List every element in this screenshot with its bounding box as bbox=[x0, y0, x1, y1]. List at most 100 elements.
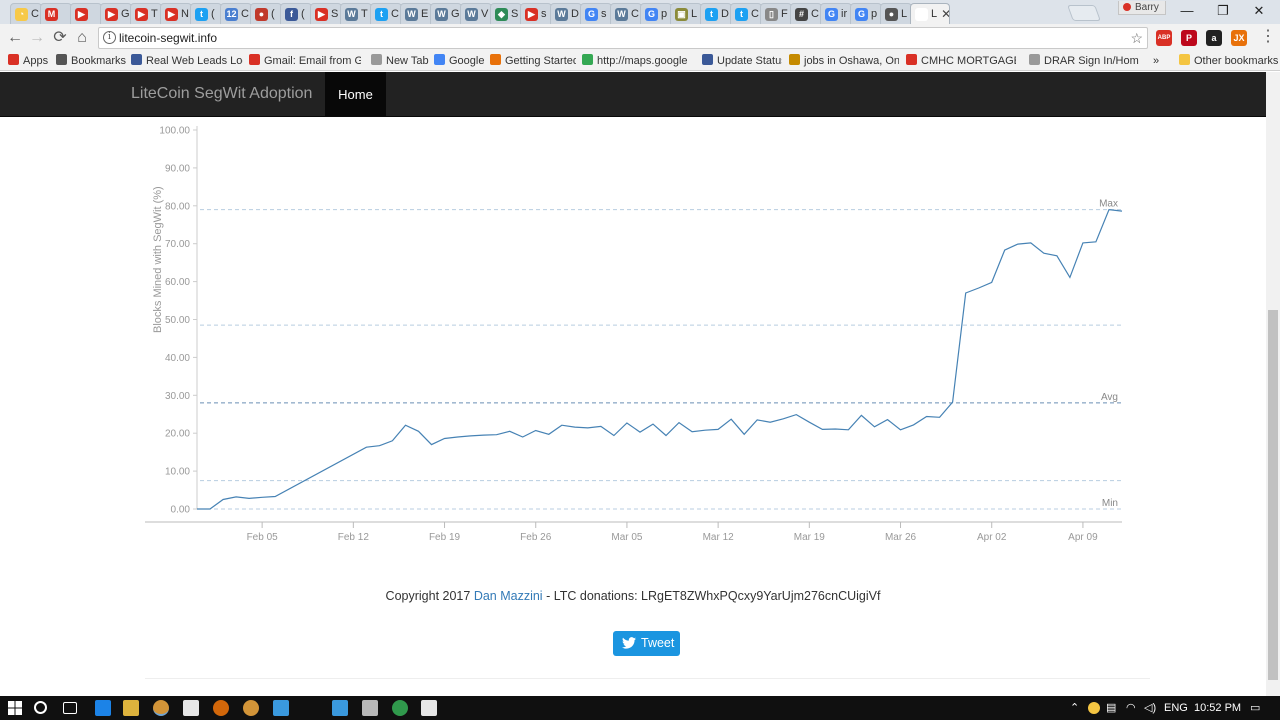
data-point[interactable] bbox=[391, 439, 394, 442]
data-point[interactable] bbox=[625, 421, 628, 424]
home-button[interactable]: ⌂ bbox=[72, 28, 92, 48]
data-point[interactable] bbox=[756, 418, 759, 421]
data-point[interactable] bbox=[1029, 241, 1032, 244]
task-view-icon[interactable] bbox=[63, 702, 77, 714]
adblock-icon[interactable]: ABP bbox=[1156, 30, 1172, 46]
data-point[interactable] bbox=[209, 508, 212, 511]
address-bar[interactable]: i litecoin-segwit.info ☆ bbox=[98, 27, 1148, 49]
bookmark-item[interactable]: Google bbox=[434, 54, 484, 68]
app-icon[interactable] bbox=[332, 700, 348, 716]
browser-tab[interactable]: ▣ L bbox=[670, 3, 702, 24]
bookmark-item[interactable]: Getting Started bbox=[490, 54, 576, 68]
data-point[interactable] bbox=[1068, 276, 1071, 279]
bookmark-item[interactable]: DRAR Sign In/Home bbox=[1029, 54, 1139, 68]
browser-tab[interactable]: ▶ G bbox=[100, 3, 132, 24]
data-point[interactable] bbox=[586, 426, 589, 429]
clock[interactable]: 10:52 PM bbox=[1194, 700, 1241, 716]
more-bookmarks-button[interactable]: » bbox=[1153, 54, 1159, 68]
language-indicator[interactable]: ENG bbox=[1164, 700, 1188, 716]
browser-tab[interactable]: WE bbox=[400, 3, 432, 24]
bookmark-item[interactable]: CMHC MORTGAGE CA bbox=[906, 54, 1016, 68]
browser-tab[interactable]: Gp bbox=[640, 3, 672, 24]
browser-tab[interactable]: t( bbox=[190, 3, 222, 24]
browser-tab[interactable]: ◆ S bbox=[490, 3, 522, 24]
pinterest-icon[interactable]: P bbox=[1181, 30, 1197, 46]
bookmark-item[interactable]: Bookmarks bbox=[56, 54, 126, 68]
data-point[interactable] bbox=[860, 414, 863, 417]
browser-tab[interactable]: WV bbox=[460, 3, 492, 24]
photos-icon[interactable] bbox=[421, 700, 437, 716]
volume-icon[interactable]: ◁) bbox=[1144, 700, 1156, 716]
data-point[interactable] bbox=[782, 417, 785, 420]
data-point[interactable] bbox=[261, 496, 264, 499]
browser-tab[interactable]: ▯ F bbox=[760, 3, 792, 24]
menu-icon[interactable]: ⋮ bbox=[1260, 27, 1276, 47]
data-point[interactable] bbox=[196, 508, 199, 511]
data-point[interactable] bbox=[938, 416, 941, 419]
data-point[interactable] bbox=[651, 423, 654, 426]
data-point[interactable] bbox=[573, 426, 576, 429]
browser-tab[interactable]: ◔ C bbox=[10, 3, 42, 24]
data-point[interactable] bbox=[274, 495, 277, 498]
data-point[interactable] bbox=[469, 434, 472, 437]
data-point[interactable] bbox=[1107, 208, 1110, 211]
tray-app-icon[interactable] bbox=[1088, 702, 1100, 714]
data-point[interactable] bbox=[1042, 252, 1045, 255]
data-point[interactable] bbox=[378, 444, 381, 447]
file-explorer-icon[interactable] bbox=[123, 700, 139, 716]
back-button[interactable]: ← bbox=[5, 28, 25, 48]
new-tab-button[interactable] bbox=[1067, 5, 1101, 21]
bookmark-item[interactable]: jobs in Oshawa, Ontar bbox=[789, 54, 899, 68]
data-point[interactable] bbox=[925, 415, 928, 418]
data-point[interactable] bbox=[977, 287, 980, 290]
data-point[interactable] bbox=[665, 434, 668, 437]
scrollbar-thumb[interactable] bbox=[1268, 310, 1278, 680]
data-point[interactable] bbox=[951, 401, 954, 404]
firefox-icon[interactable] bbox=[213, 700, 229, 716]
data-point[interactable] bbox=[743, 433, 746, 436]
data-point[interactable] bbox=[1081, 241, 1084, 244]
chrome-icon[interactable] bbox=[243, 700, 259, 716]
data-point[interactable] bbox=[990, 281, 993, 284]
data-point[interactable] bbox=[612, 434, 615, 437]
data-point[interactable] bbox=[899, 428, 902, 431]
browser-tab[interactable]: tC bbox=[370, 3, 402, 24]
data-point[interactable] bbox=[886, 418, 889, 421]
data-point[interactable] bbox=[912, 423, 915, 426]
browser-tab[interactable]: ▶ N bbox=[160, 3, 192, 24]
browser-tab[interactable]: ●( bbox=[250, 3, 282, 24]
browser-tab[interactable]: f( bbox=[280, 3, 312, 24]
forward-button[interactable]: → bbox=[27, 28, 47, 48]
data-point[interactable] bbox=[404, 424, 407, 427]
data-point[interactable] bbox=[847, 428, 850, 431]
browser-tab[interactable]: M bbox=[40, 3, 72, 24]
data-point[interactable] bbox=[704, 429, 707, 432]
browser-tab[interactable]: ▶ bbox=[70, 3, 102, 24]
bookmark-item[interactable]: http://maps.google.ca bbox=[582, 54, 688, 68]
browser-tab[interactable]: ▶ s bbox=[520, 3, 552, 24]
data-point[interactable] bbox=[638, 431, 641, 434]
tray-chevron-icon[interactable]: ⌃ bbox=[1070, 700, 1079, 716]
data-point[interactable] bbox=[599, 425, 602, 428]
data-point[interactable] bbox=[1016, 243, 1019, 246]
profile-button[interactable]: Barry bbox=[1118, 1, 1166, 15]
data-point[interactable] bbox=[222, 498, 225, 501]
data-point[interactable] bbox=[482, 434, 485, 437]
data-point[interactable] bbox=[834, 428, 837, 431]
data-point[interactable] bbox=[808, 421, 811, 424]
data-point[interactable] bbox=[795, 413, 798, 416]
data-point[interactable] bbox=[1121, 210, 1124, 213]
jx-icon[interactable]: JX bbox=[1231, 30, 1247, 46]
bookmark-item[interactable]: Update Status bbox=[702, 54, 782, 68]
browser-tab[interactable]: # C bbox=[790, 3, 822, 24]
browser-tab[interactable]: ▶ T bbox=[130, 3, 162, 24]
browser-tab[interactable]: tC bbox=[730, 3, 762, 24]
data-point[interactable] bbox=[717, 428, 720, 431]
data-point[interactable] bbox=[495, 433, 498, 436]
bookmark-item[interactable]: Real Web Leads Login bbox=[131, 54, 243, 68]
data-point[interactable] bbox=[521, 435, 524, 438]
tray-people-icon[interactable]: ▤ bbox=[1106, 700, 1116, 716]
close-window-icon[interactable]: ✕ bbox=[1236, 0, 1280, 22]
app-icon[interactable] bbox=[362, 700, 378, 716]
site-brand[interactable]: LiteCoin SegWit Adoption bbox=[131, 85, 312, 103]
